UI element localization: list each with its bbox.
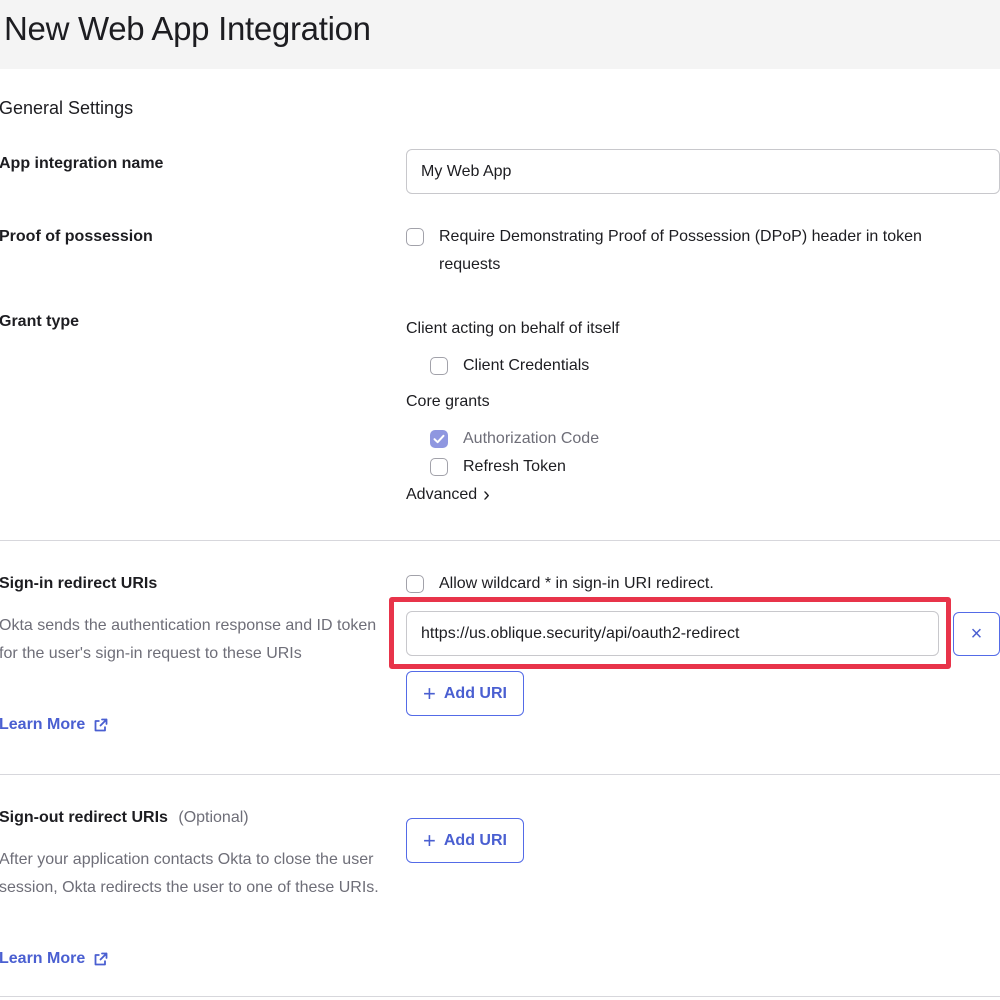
wildcard-label: Allow wildcard * in sign-in URI redirect… bbox=[439, 575, 714, 592]
signout-learn-more-label: Learn More bbox=[0, 950, 86, 967]
signout-label: Sign-out redirect URIs bbox=[0, 809, 168, 826]
signin-add-uri-button[interactable]: + Add URI bbox=[406, 671, 524, 716]
chevron-right-icon: › bbox=[483, 484, 490, 506]
signout-add-uri-label: Add URI bbox=[443, 831, 507, 849]
pop-label: Proof of possession bbox=[0, 228, 153, 245]
close-icon: × bbox=[970, 622, 983, 645]
pop-checkbox[interactable] bbox=[406, 228, 424, 246]
signin-learn-more-link[interactable]: Learn More bbox=[0, 716, 109, 734]
plus-icon: + bbox=[423, 827, 436, 853]
signout-description: After your application contacts Okta to … bbox=[0, 851, 379, 896]
client-credentials-label: Client Credentials bbox=[463, 357, 590, 374]
grant-type-label: Grant type bbox=[0, 313, 80, 330]
refresh-token-checkbox[interactable] bbox=[430, 458, 448, 476]
section-title-general: General Settings bbox=[0, 98, 134, 118]
external-link-icon bbox=[94, 718, 108, 732]
client-acting-heading: Client acting on behalf of itself bbox=[406, 320, 620, 337]
signin-uri-input[interactable]: https://us.oblique.security/api/oauth2-r… bbox=[406, 611, 939, 656]
external-link-icon bbox=[94, 952, 108, 966]
divider-2 bbox=[0, 774, 1000, 775]
check-icon bbox=[433, 434, 445, 444]
signout-learn-more-link[interactable]: Learn More bbox=[0, 950, 109, 968]
divider-3 bbox=[0, 996, 1000, 997]
signin-learn-more-label: Learn More bbox=[0, 716, 86, 733]
signin-add-uri-label: Add URI bbox=[443, 684, 507, 702]
authorization-code-checkbox[interactable] bbox=[430, 430, 448, 448]
refresh-token-label: Refresh Token bbox=[463, 458, 566, 475]
remove-uri-button[interactable]: × bbox=[953, 612, 1000, 656]
page-title: New Web App Integration bbox=[4, 10, 371, 47]
divider-1 bbox=[0, 540, 1000, 541]
signout-add-uri-button[interactable]: + Add URI bbox=[406, 818, 524, 863]
app-name-input[interactable]: My Web App bbox=[406, 149, 1000, 194]
app-name-value: My Web App bbox=[421, 162, 512, 180]
wildcard-checkbox[interactable] bbox=[406, 575, 424, 593]
advanced-label: Advanced bbox=[406, 486, 478, 503]
client-credentials-checkbox[interactable] bbox=[430, 357, 448, 375]
app-name-label: App integration name bbox=[0, 155, 164, 172]
signin-uri-value: https://us.oblique.security/api/oauth2-r… bbox=[421, 624, 740, 642]
signout-optional: (Optional) bbox=[178, 809, 249, 826]
pop-checkbox-label-line1: Require Demonstrating Proof of Possessio… bbox=[439, 228, 922, 245]
authorization-code-label: Authorization Code bbox=[463, 430, 600, 447]
signin-label: Sign-in redirect URIs bbox=[0, 575, 158, 592]
signout-heading: Sign-out redirect URIs (Optional) bbox=[0, 809, 249, 827]
signin-description: Okta sends the authentication response a… bbox=[0, 617, 377, 662]
pop-checkbox-label-line2: requests bbox=[439, 256, 501, 273]
core-grants-heading: Core grants bbox=[406, 393, 490, 410]
advanced-toggle[interactable]: Advanced › bbox=[406, 484, 490, 506]
plus-icon: + bbox=[423, 680, 436, 706]
